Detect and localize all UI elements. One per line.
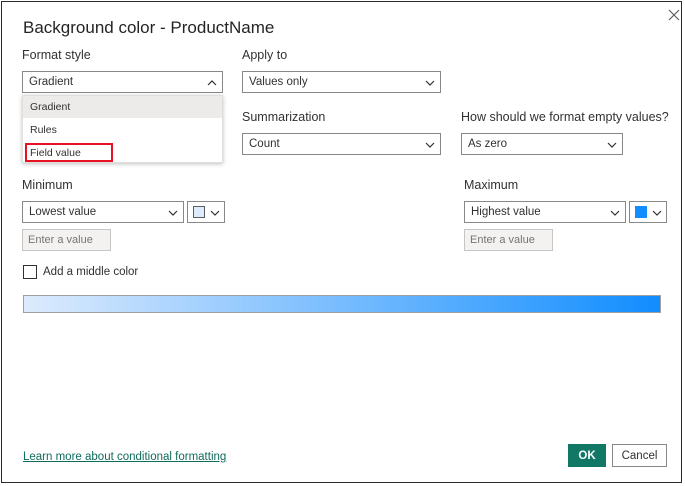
maximum-value-input[interactable] [464, 229, 553, 251]
middle-color-label: Add a middle color [43, 266, 139, 278]
menu-item-label: Gradient [30, 101, 71, 113]
empty-values-label: How should we format empty values? [461, 110, 669, 124]
maximum-color-picker[interactable] [629, 201, 667, 223]
format-style-label: Format style [22, 48, 91, 62]
minimum-label: Minimum [22, 178, 73, 192]
chevron-down-icon [610, 210, 620, 216]
middle-color-checkbox[interactable] [23, 265, 37, 279]
apply-to-value: Values only [249, 76, 308, 88]
minimum-value: Lowest value [29, 206, 97, 218]
format-style-menu: Gradient Rules Field value [22, 95, 223, 163]
menu-item-gradient[interactable]: Gradient [23, 96, 222, 118]
dialog-title: Background color - ProductName [23, 18, 275, 37]
maximum-value: Highest value [471, 206, 541, 218]
empty-values-dropdown[interactable]: As zero [461, 133, 623, 155]
chevron-up-icon [207, 80, 217, 86]
minimum-color-swatch [193, 206, 205, 218]
chevron-down-icon [652, 210, 662, 216]
ok-button[interactable]: OK [568, 444, 606, 467]
format-style-dropdown[interactable]: Gradient [22, 71, 223, 93]
maximum-label: Maximum [464, 178, 519, 192]
highlight-box [25, 143, 113, 162]
learn-more-link[interactable]: Learn more about conditional formatting [23, 451, 226, 463]
cancel-button[interactable]: Cancel [612, 444, 667, 467]
chevron-down-icon [210, 210, 220, 216]
menu-item-rules[interactable]: Rules [23, 119, 222, 141]
maximum-dropdown[interactable]: Highest value [464, 201, 626, 223]
apply-to-dropdown[interactable]: Values only [242, 71, 441, 93]
summarization-label: Summarization [242, 110, 326, 124]
minimum-color-picker[interactable] [187, 201, 225, 223]
summarization-dropdown[interactable]: Count [242, 133, 441, 155]
minimum-dropdown[interactable]: Lowest value [22, 201, 184, 223]
empty-values-value: As zero [468, 138, 507, 150]
chevron-down-icon [425, 80, 435, 86]
minimum-value-input[interactable] [22, 229, 111, 251]
gradient-preview-bar [23, 295, 661, 313]
format-style-value: Gradient [29, 76, 74, 88]
apply-to-label: Apply to [242, 48, 288, 62]
close-icon[interactable] [667, 8, 681, 22]
summarization-value: Count [249, 138, 280, 150]
chevron-down-icon [425, 142, 435, 148]
menu-item-label: Rules [30, 124, 57, 136]
chevron-down-icon [607, 142, 617, 148]
conditional-formatting-dialog: Background color - ProductName Format st… [1, 1, 682, 483]
chevron-down-icon [168, 210, 178, 216]
maximum-color-swatch [635, 206, 647, 218]
